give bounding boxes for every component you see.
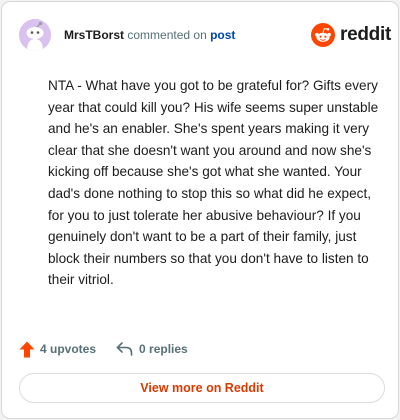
reddit-wordmark: reddit (340, 24, 391, 45)
reply-arrow-icon (116, 342, 133, 356)
avatar[interactable] (19, 19, 51, 51)
comment-actions: 4 upvotes 0 replies (19, 340, 188, 358)
reddit-logo-icon (311, 23, 335, 47)
post-link[interactable]: post (210, 28, 235, 42)
reddit-logo[interactable]: reddit (311, 22, 391, 48)
upvote-arrow-icon (19, 341, 35, 357)
upvote-count: 4 upvotes (40, 342, 97, 356)
reply-count: 0 replies (139, 342, 188, 356)
replies-button[interactable]: 0 replies (116, 341, 188, 357)
embedded-comment-card: MrsTBorst commented on post reddit NTA -… (1, 1, 399, 419)
comment-header: MrsTBorst commented on post (64, 28, 235, 42)
view-more-button[interactable]: View more on Reddit (19, 373, 385, 403)
comment-body: NTA - What have you got to be grateful f… (48, 78, 379, 288)
upvote-button[interactable]: 4 upvotes (19, 341, 96, 358)
author-name[interactable]: MrsTBorst (64, 28, 124, 42)
snoo-avatar-icon (19, 19, 51, 51)
action-text: commented on (127, 28, 207, 42)
